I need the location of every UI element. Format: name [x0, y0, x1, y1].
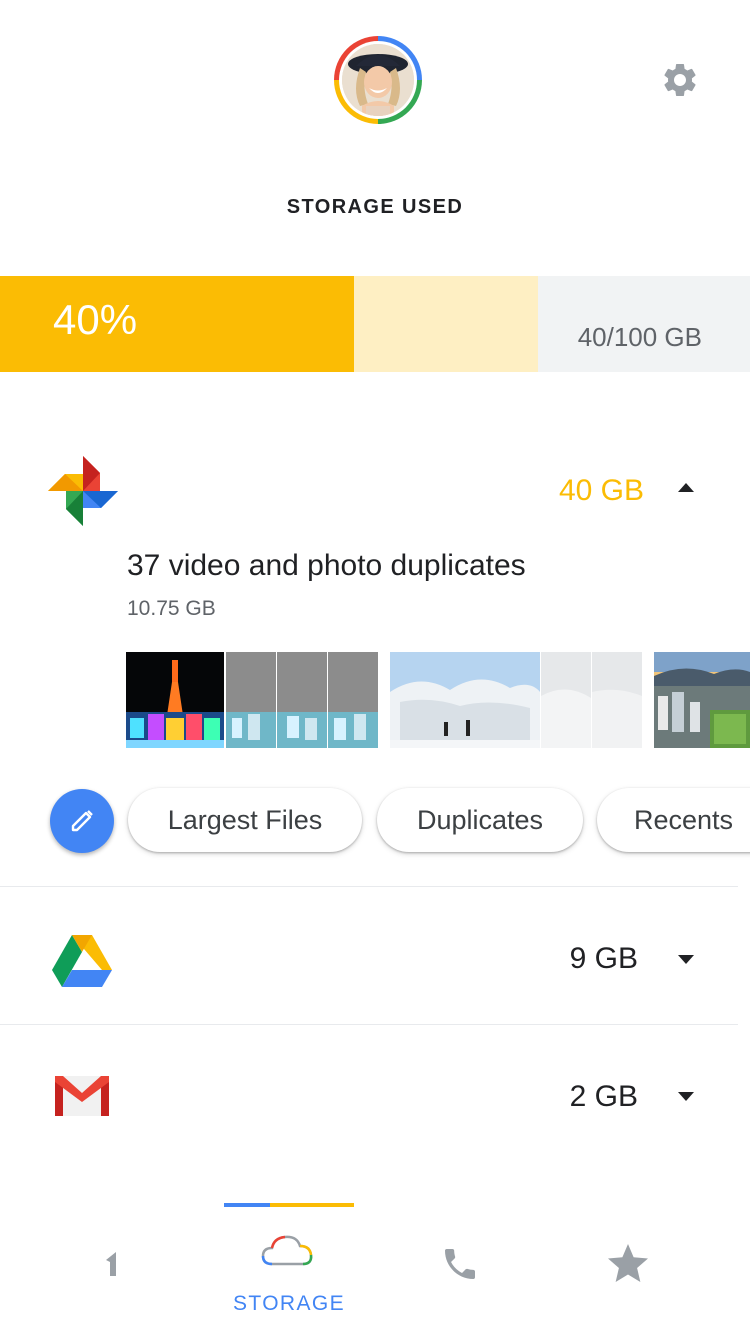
- avatar-photo: [342, 44, 414, 116]
- thumbnail-image[interactable]: [654, 652, 750, 748]
- gmail-size: 2 GB: [569, 1080, 638, 1113]
- chip-recents[interactable]: Recents: [597, 788, 750, 852]
- active-tab-indicator: [224, 1194, 354, 1207]
- tab-benefits[interactable]: [604, 1240, 652, 1288]
- google-one-icon: [106, 1252, 116, 1276]
- expand-arrow-icon[interactable]: [678, 955, 694, 964]
- page-title: STORAGE USED: [286, 196, 464, 218]
- tab-storage[interactable]: [260, 1230, 316, 1270]
- pencil-icon: [71, 810, 93, 832]
- cloud-icon: [261, 1235, 313, 1266]
- edit-filters-button[interactable]: [50, 789, 114, 853]
- star-icon: [608, 1244, 648, 1282]
- thumbnail-image[interactable]: [126, 652, 224, 748]
- thumbnail-image[interactable]: [592, 652, 642, 748]
- drive-size: 9 GB: [569, 942, 638, 975]
- google-photos-icon: [48, 456, 118, 526]
- divider: [0, 1024, 738, 1025]
- duplicates-title[interactable]: 37 video and photo duplicates: [127, 549, 526, 583]
- google-drive-icon: [52, 935, 112, 989]
- settings-button[interactable]: [660, 60, 700, 100]
- usage-total: 40/100 GB: [577, 322, 702, 352]
- thumbnail-image[interactable]: [277, 652, 327, 748]
- usage-percent: 40%: [53, 296, 138, 343]
- thumbnail-image[interactable]: [328, 652, 378, 748]
- photos-size: 40 GB: [558, 474, 644, 507]
- chip-duplicates[interactable]: Duplicates: [377, 788, 583, 852]
- phone-icon: [445, 1249, 475, 1279]
- tab-support[interactable]: [440, 1244, 480, 1284]
- thumbnail-image[interactable]: [226, 652, 276, 748]
- divider: [0, 886, 738, 887]
- usage-fill-pending: [354, 276, 538, 372]
- avatar[interactable]: [334, 36, 422, 124]
- thumbnail-image[interactable]: [541, 652, 591, 748]
- chip-largest-files[interactable]: Largest Files: [128, 788, 362, 852]
- duplicate-thumbnails: [126, 652, 750, 748]
- collapse-arrow-icon[interactable]: [678, 483, 694, 492]
- thumbnail-image[interactable]: [390, 652, 540, 748]
- tab-home[interactable]: [96, 1242, 136, 1282]
- expand-arrow-icon[interactable]: [678, 1092, 694, 1101]
- tab-storage-label[interactable]: STORAGE: [224, 1292, 354, 1316]
- gear-icon: [664, 63, 696, 96]
- gmail-icon: [55, 1076, 109, 1116]
- duplicates-size: 10.75 GB: [127, 597, 216, 620]
- bottom-navigation: STORAGE: [0, 1190, 750, 1334]
- avatar-frame: [339, 41, 417, 119]
